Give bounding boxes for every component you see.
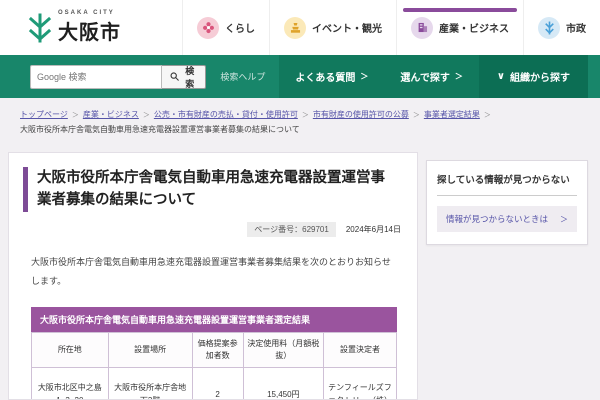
breadcrumb-separator: ＞ xyxy=(301,112,309,119)
tab-shisei[interactable]: 市政 xyxy=(523,0,600,55)
page-title: 大阪市役所本庁舎電気自動車用急速充電器設置運営事業者募集の結果について xyxy=(23,167,399,212)
cell-fee: 15,450円 xyxy=(242,366,324,399)
page-date: 2024年6月14日 xyxy=(345,224,401,234)
body-paragraph: 大阪市役所本庁舎電気自動車用急速充電器設置運営事業者募集結果を次のとおりお知らせ… xyxy=(31,256,391,286)
breadcrumb-current: 大阪市役所本庁舎電気自動車用急速充電器設置運営事業者募集の結果について xyxy=(20,125,300,135)
breadcrumb-separator: ＞ xyxy=(71,112,79,119)
table-row: 大阪市北区中之島1−3−20 大阪市役所本庁舎地下3階 2 15,450円 テン… xyxy=(31,366,398,399)
search-button-label: 検索 xyxy=(185,65,195,89)
breadcrumb-separator: ＞ xyxy=(483,112,491,119)
col-header-place: 設置場所 xyxy=(107,331,193,368)
cell-place: 大阪市役所本庁舎地下3階 xyxy=(107,366,193,399)
breadcrumb-link-sentei[interactable]: 事業者選定結果 xyxy=(424,110,480,119)
col-header-location: 所在地 xyxy=(31,331,109,368)
breadcrumb: トップページ＞産業・ビジネス＞公売・市有財産の売払・貸付・使用許可＞市有財産の使… xyxy=(0,98,600,137)
tab-label: 市政 xyxy=(566,24,586,35)
tab-sangyo-business[interactable]: 産業・ビジネス xyxy=(396,0,523,55)
info-not-found-label: 情報が見つからないときは xyxy=(446,214,549,224)
page-meta: ページ番号：629701 2024年6月14日 xyxy=(9,221,401,237)
search-button[interactable]: 検索 xyxy=(161,64,207,89)
table-header-row: 所在地 設置場所 価格提案参加者数 決定使用料（月額税抜） 設置決定者 xyxy=(31,331,398,368)
org-search-label: 組織から探す xyxy=(510,73,570,84)
building-icon xyxy=(411,16,433,39)
breadcrumb-separator: ＞ xyxy=(142,112,150,119)
breadcrumb-link-kyoka[interactable]: 市有財産の使用許可の公募 xyxy=(313,110,409,119)
miotsukushi-mark-icon xyxy=(28,13,52,42)
tab-label: くらし xyxy=(225,24,255,35)
breadcrumb-link-sangyo[interactable]: 産業・ビジネス xyxy=(83,110,139,119)
osaka-city-logo[interactable]: OSAKA CITY 大阪市 xyxy=(28,10,121,45)
search-help-link[interactable]: 検索ヘルプ xyxy=(220,70,265,83)
search-bar: 検索 検索ヘルプ よくある質問 ＞ 選んで探す ＞ ∨ 組織から探す xyxy=(0,55,600,98)
chevron-right-icon: ＞ xyxy=(454,72,463,81)
cell-participants: 2 xyxy=(191,366,244,399)
breadcrumb-separator: ＞ xyxy=(412,112,420,119)
sidebar-heading: 探している情報が見つからない xyxy=(437,172,577,196)
tab-label: 産業・ビジネス xyxy=(439,24,509,35)
chevron-right-icon: ＞ xyxy=(560,214,568,224)
info-not-found-link[interactable]: 情報が見つからないときは ＞ xyxy=(437,206,577,232)
chevron-down-icon: ∨ xyxy=(496,71,505,82)
faq-link-label: よくある質問 xyxy=(295,73,356,84)
cell-decided: テンフィールズファクトリー（株） xyxy=(322,366,398,399)
tab-kurashi[interactable]: くらし xyxy=(182,0,269,55)
pick-search-link[interactable]: 選んで探す ＞ xyxy=(384,55,479,98)
col-header-fee: 決定使用料（月額税抜） xyxy=(242,331,324,368)
logo-ja-text: 大阪市 xyxy=(58,22,121,44)
quick-links: よくある質問 ＞ 選んで探す ＞ xyxy=(279,55,479,98)
chevron-right-icon: ＞ xyxy=(360,72,369,81)
col-header-participants: 価格提案参加者数 xyxy=(191,331,244,368)
help-sidebar: 探している情報が見つからない 情報が見つからないときは ＞ xyxy=(426,160,588,245)
city-mark-icon xyxy=(538,16,560,39)
breadcrumb-link-kobai[interactable]: 公売・市有財産の売払・貸付・使用許可 xyxy=(154,110,298,119)
logo-text: OSAKA CITY 大阪市 xyxy=(58,10,121,45)
flower-icon xyxy=(197,16,219,39)
tab-event-kanko[interactable]: イベント・観光 xyxy=(269,0,396,55)
cell-location: 大阪市北区中之島1−3−20 xyxy=(31,366,109,399)
page-number-badge: ページ番号：629701 xyxy=(247,221,336,237)
faq-link[interactable]: よくある質問 ＞ xyxy=(279,55,384,98)
castle-icon xyxy=(284,16,306,39)
primary-nav: くらし イベント・観光 産業・ビジネス 市政 xyxy=(182,0,600,55)
col-header-decided: 設置決定者 xyxy=(322,331,398,368)
main-content-card: 大阪市役所本庁舎電気自動車用急速充電器設置運営事業者募集の結果について ページ番… xyxy=(8,152,418,400)
result-table-section: 大阪市役所本庁舎電気自動車用急速充電器設置運営事業者選定結果 所在地 設置場所 … xyxy=(31,306,398,399)
magnifier-icon xyxy=(170,72,179,81)
table-caption: 大阪市役所本庁舎電気自動車用急速充電器設置運営事業者選定結果 xyxy=(31,306,397,332)
org-search-button[interactable]: ∨ 組織から探す xyxy=(478,55,588,98)
result-table: 所在地 設置場所 価格提案参加者数 決定使用料（月額税抜） 設置決定者 大阪市北… xyxy=(31,331,398,399)
pick-search-label: 選んで探す xyxy=(400,73,450,84)
tab-label: イベント・観光 xyxy=(312,24,382,35)
osaka-city-webpage: OSAKA CITY 大阪市 くらし イベント・観光 産業・ビジネス 市政 Go… xyxy=(0,0,600,400)
search-input[interactable] xyxy=(30,64,162,89)
breadcrumb-link-top[interactable]: トップページ xyxy=(20,110,68,119)
site-header: OSAKA CITY 大阪市 くらし イベント・観光 産業・ビジネス 市政 xyxy=(0,0,600,55)
